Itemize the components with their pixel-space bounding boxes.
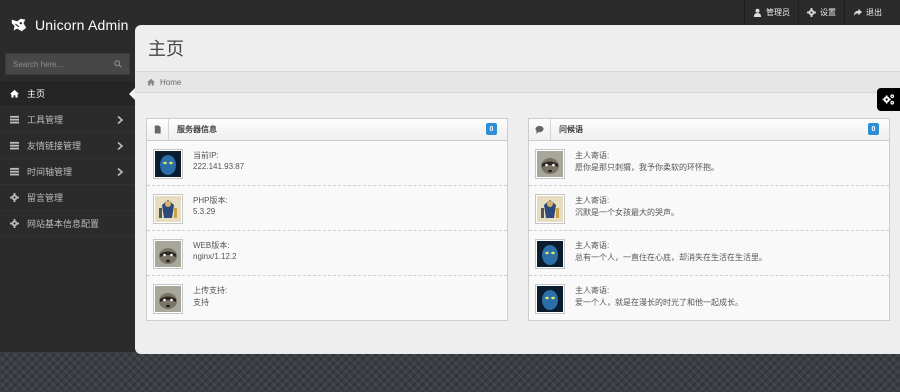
armored-figure-avatar-icon	[155, 196, 181, 222]
search-icon[interactable]	[114, 60, 122, 68]
row-value: 支持	[193, 298, 209, 307]
list-item: 上传支持: 支持	[147, 276, 507, 321]
row-value: 222.141.93.87	[193, 162, 245, 171]
row-label: 主人寄语:	[575, 151, 610, 160]
chevron-right-icon	[117, 142, 123, 150]
main-content: 主页 Home 服务器信息 0 当前IP: 222.141.93.87 PHP版…	[135, 25, 900, 354]
row-label: PHP版本:	[193, 196, 228, 205]
app-header: Unicorn Admin	[0, 0, 135, 50]
brand-title: Unicorn Admin	[35, 17, 129, 33]
topnav-admin-label: 管理员	[766, 8, 790, 17]
topnav-logout-label: 退出	[866, 8, 882, 17]
home-icon	[147, 78, 155, 86]
list-icon	[10, 141, 19, 150]
sidebar-item-tools[interactable]: 工具管理	[0, 107, 135, 133]
list-item: WEB版本: nginx/1.12.2	[147, 231, 507, 276]
avatar	[535, 239, 565, 269]
sidebar-item-label: 网站基本信息配置	[27, 219, 100, 229]
avatar	[535, 149, 565, 179]
row-label: 主人寄语:	[575, 241, 610, 250]
row-value: 爱一个人，就是在漫长的时光了和他一起成长。	[575, 298, 743, 307]
avatar	[535, 194, 565, 224]
panel-title: 服务器信息	[177, 125, 217, 134]
list-item: 当前IP: 222.141.93.87	[147, 141, 507, 186]
gear-icon	[10, 219, 19, 228]
sidebar-item-links[interactable]: 友情链接管理	[0, 133, 135, 159]
raccoon-avatar-icon	[537, 151, 563, 177]
topnav-logout[interactable]: 退出	[844, 0, 890, 25]
list-item: 主人寄语: 爱一个人，就是在漫长的时光了和他一起成长。	[529, 276, 889, 321]
avatar	[153, 149, 183, 179]
list-item: 主人寄语: 沉默是一个女孩最大的哭声。	[529, 186, 889, 231]
search-box	[5, 53, 130, 75]
raccoon-avatar-icon	[155, 241, 181, 267]
chevron-right-icon	[117, 168, 123, 176]
sidebar-item-label: 留言管理	[27, 193, 64, 203]
avatar	[153, 194, 183, 224]
row-value: nginx/1.12.2	[193, 252, 237, 261]
row-label: WEB版本:	[193, 241, 230, 250]
panel-header: 服务器信息 0	[147, 119, 507, 141]
list-icon	[10, 115, 19, 124]
panel-header: 问候语 0	[529, 119, 889, 141]
row-label: 上传支持:	[193, 286, 228, 295]
list-item: PHP版本: 5.3.29	[147, 186, 507, 231]
blue-face-avatar-icon	[537, 286, 563, 312]
gear-icon	[807, 8, 816, 17]
file-icon	[147, 119, 169, 140]
topnav-admin[interactable]: 管理员	[744, 0, 798, 25]
breadcrumb-home-link[interactable]: Home	[160, 78, 181, 87]
greeting-panel: 问候语 0 主人寄语: 愿你是那只刺猬，我予你柔软的环怀抱。 主人寄语: 沉默是…	[528, 118, 890, 321]
sidebar-item-label: 工具管理	[27, 115, 64, 125]
share-icon	[853, 8, 862, 17]
gears-icon	[882, 94, 895, 105]
avatar	[153, 239, 183, 269]
sidebar-item-timeline[interactable]: 时间轴管理	[0, 159, 135, 185]
row-label: 主人寄语:	[575, 196, 610, 205]
home-icon	[10, 89, 19, 98]
server-info-panel: 服务器信息 0 当前IP: 222.141.93.87 PHP版本: 5.3.2…	[146, 118, 508, 321]
sidebar-item-messages[interactable]: 留言管理	[0, 185, 135, 211]
row-label: 当前IP:	[193, 151, 219, 160]
sidebar-item-label: 主页	[27, 89, 46, 99]
style-switcher-button[interactable]	[877, 88, 900, 111]
row-value: 5.3.29	[193, 207, 216, 216]
sidebar: 主页 工具管理 友情链接管理 时间轴管理 留言管理 网站基本信息配置	[0, 50, 135, 237]
sidebar-item-label: 时间轴管理	[27, 167, 73, 177]
raccoon-avatar-icon	[155, 286, 181, 312]
row-value: 总有一个人，一直住在心底，却消失在生活在生活里。	[575, 253, 767, 262]
top-nav: 管理员 设置 退出	[744, 0, 890, 25]
search-input[interactable]	[13, 59, 113, 69]
breadcrumb: Home	[135, 71, 900, 93]
blue-face-avatar-icon	[537, 241, 563, 267]
unicorn-logo-icon	[11, 18, 27, 32]
comment-icon	[529, 119, 551, 140]
panel-title: 问候语	[559, 125, 583, 134]
background-texture	[0, 352, 900, 392]
row-value: 沉默是一个女孩最大的哭声。	[575, 208, 679, 217]
gear-icon	[10, 193, 19, 202]
sidebar-item-label: 友情链接管理	[27, 141, 82, 151]
avatar	[153, 284, 183, 314]
list-item: 主人寄语: 愿你是那只刺猬，我予你柔软的环怀抱。	[529, 141, 889, 186]
list-icon	[10, 167, 19, 176]
topnav-settings[interactable]: 设置	[798, 0, 844, 25]
page-title: 主页	[148, 39, 184, 59]
list-item: 主人寄语: 总有一个人，一直住在心底，却消失在生活在生活里。	[529, 231, 889, 276]
user-icon	[753, 8, 762, 17]
chevron-right-icon	[117, 116, 123, 124]
count-badge: 0	[486, 123, 497, 135]
sidebar-item-site-config[interactable]: 网站基本信息配置	[0, 211, 135, 237]
sidebar-item-home[interactable]: 主页	[0, 81, 135, 107]
armored-figure-avatar-icon	[537, 196, 563, 222]
topnav-settings-label: 设置	[820, 8, 836, 17]
blue-face-avatar-icon	[155, 151, 181, 177]
avatar	[535, 284, 565, 314]
count-badge: 0	[868, 123, 879, 135]
row-value: 愿你是那只刺猬，我予你柔软的环怀抱。	[575, 163, 719, 172]
row-label: 主人寄语:	[575, 286, 610, 295]
